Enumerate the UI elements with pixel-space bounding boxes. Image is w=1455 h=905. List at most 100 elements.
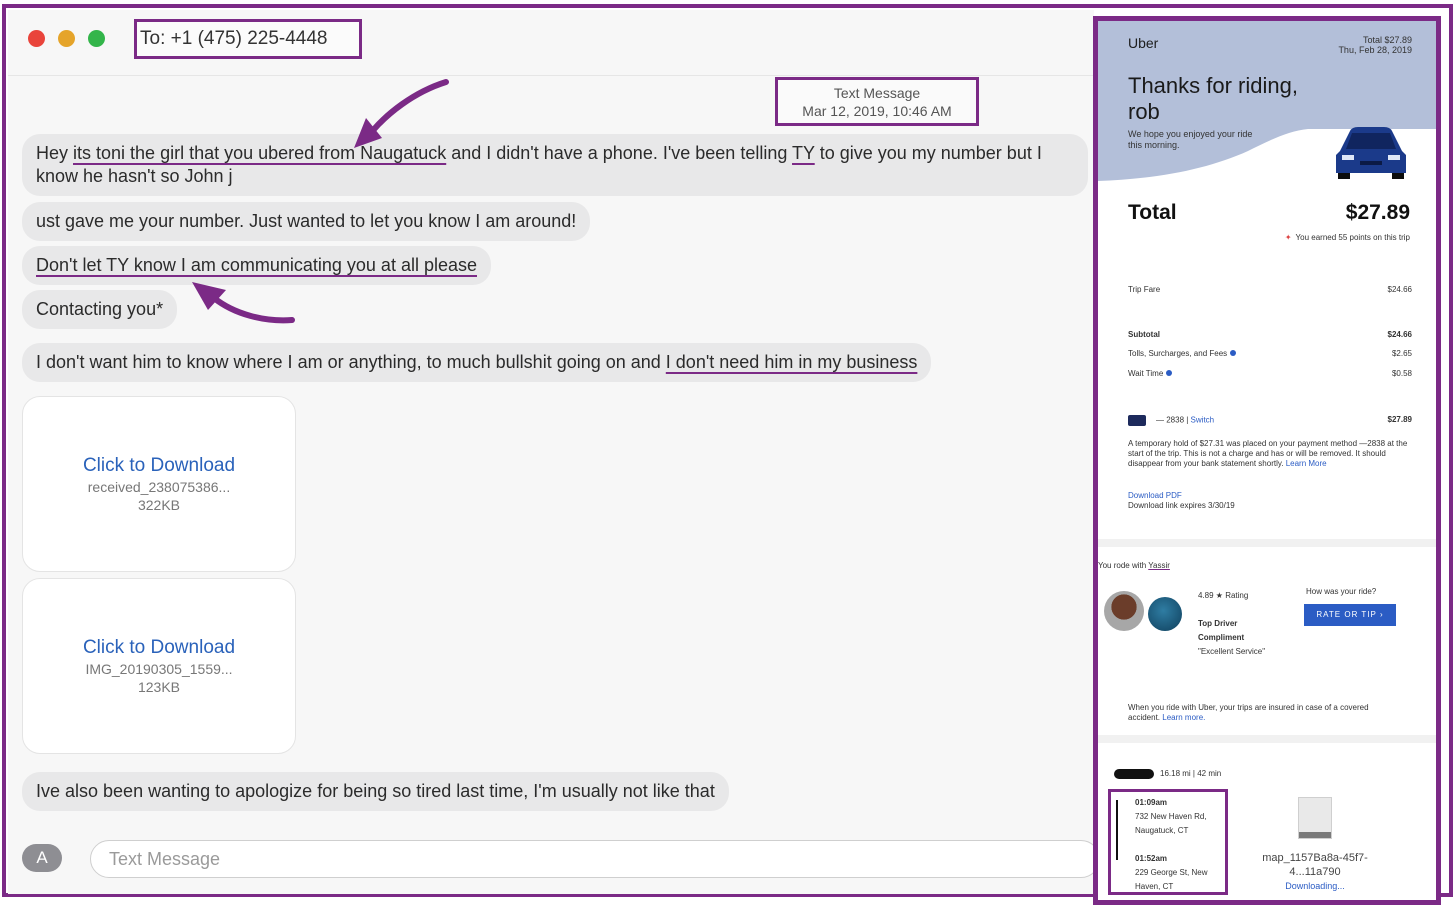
wait-time-line: Wait Time $0.58 — [1128, 369, 1412, 378]
message-input[interactable]: Text Message — [90, 840, 1094, 878]
driver-rating: 4.89 ★ Rating — [1198, 591, 1249, 600]
driver-compliment: Top Driver Compliment "Excellent Service… — [1198, 617, 1265, 659]
uberx-car-icon — [1114, 769, 1154, 779]
dropoff-time: 01:52am — [1135, 854, 1168, 863]
hold-text: A temporary hold of $27.31 was placed on… — [1128, 439, 1408, 468]
points-icon: ✦ — [1284, 233, 1292, 242]
line-label: Tolls, Surcharges, and Fees — [1128, 349, 1228, 358]
download-link[interactable]: Click to Download — [23, 637, 295, 659]
payment-value: $27.89 — [1387, 415, 1412, 424]
message-bubble[interactable]: I don't want him to know where I am or a… — [22, 343, 932, 382]
message-text-highlight: TY — [792, 143, 815, 163]
total-value: $27.89 — [1345, 201, 1410, 224]
line-label: Subtotal — [1128, 330, 1160, 339]
line-value: $24.66 — [1387, 285, 1412, 294]
timestamp-title: Text Message — [833, 85, 921, 101]
message-text-highlight: Don't let TY know I am communicating you… — [36, 255, 477, 275]
pickup-stop: 01:09am 732 New Haven Rd, Naugatuck, CT — [1135, 796, 1225, 838]
map-filename: map_1157Ba8a-45f7-4...11a790 — [1262, 852, 1368, 878]
minimize-window-button[interactable] — [58, 30, 75, 47]
trip-stats: 16.18 mi | 42 min — [1114, 769, 1221, 779]
message-text: I don't want him to know where I am or a… — [36, 352, 666, 372]
pickup-address: 732 New Haven Rd, Naugatuck, CT — [1135, 812, 1207, 835]
dropoff-address: 229 George St, New Haven, CT — [1135, 868, 1208, 891]
annotation-arrow-icon — [192, 282, 295, 324]
line-label: Wait Time — [1128, 369, 1164, 378]
fare-line: Trip Fare $24.66 — [1128, 285, 1412, 294]
download-link[interactable]: Click to Download — [23, 455, 295, 477]
pickup-time: 01:09am — [1135, 798, 1168, 807]
info-icon[interactable] — [1166, 370, 1173, 376]
uber-receipt-panel: Uber Total $27.89 Thu, Feb 28, 2019 Than… — [1093, 16, 1441, 905]
map-attachment[interactable]: map_1157Ba8a-45f7-4...11a790 Downloading… — [1260, 797, 1370, 891]
section-divider — [1098, 735, 1436, 743]
rate-prompt: How was your ride? — [1306, 587, 1377, 596]
attachment-size: 123KB — [137, 679, 181, 695]
trip-distance-duration: 16.18 mi | 42 min — [1160, 769, 1222, 779]
message-bubble[interactable]: Contacting you* — [22, 290, 178, 329]
message-timestamp: Text Message Mar 12, 2019, 10:46 AM — [775, 77, 979, 126]
total-label: Total — [1128, 201, 1177, 224]
line-value: $2.65 — [1391, 349, 1412, 358]
driver-name: Yassir — [1148, 561, 1170, 570]
route-details: 01:09am 732 New Haven Rd, Naugatuck, CT … — [1108, 789, 1228, 895]
pdf-expiry: Download link expires 3/30/19 — [1128, 501, 1235, 510]
attachment-card[interactable]: Click to Download IMG_20190305_1559... 1… — [22, 578, 296, 754]
route-line — [1116, 800, 1118, 860]
timestamp-date: Mar 12, 2019, 10:46 AM — [802, 103, 952, 119]
attachment-filename: IMG_20190305_1559... — [85, 661, 233, 677]
attachment-size: 322KB — [137, 497, 181, 513]
credit-card-icon — [1128, 415, 1146, 426]
map-download-status: Downloading... — [1285, 881, 1345, 891]
attachment-card[interactable]: Click to Download received_238075386... … — [22, 396, 296, 572]
message-text: Hey — [36, 143, 74, 163]
summary-date: Thu, Feb 28, 2019 — [1338, 45, 1412, 55]
compose-row: A Text Message — [8, 838, 1094, 888]
points-text: You earned 55 points on this trip — [1295, 233, 1410, 242]
section-divider — [1098, 539, 1436, 547]
message-bubble[interactable]: Ive also been wanting to apologize for b… — [22, 772, 729, 811]
top-driver-label: Top Driver — [1198, 619, 1238, 628]
line-value: $24.66 — [1387, 330, 1412, 339]
line-value: $0.58 — [1391, 369, 1412, 378]
file-icon — [1298, 797, 1332, 839]
info-icon[interactable] — [1230, 350, 1237, 356]
insurance-note: When you ride with Uber, your trips are … — [1128, 703, 1398, 723]
rate-or-tip-button[interactable]: RATE OR TIP › — [1304, 604, 1396, 626]
insurance-learn-more-link[interactable]: Learn more. — [1162, 713, 1205, 722]
uber-logo: Uber — [1128, 35, 1159, 51]
switch-payment-link[interactable]: Switch — [1191, 416, 1215, 425]
receipt-greeting: Thanks for riding, rob — [1128, 73, 1298, 124]
learn-more-link[interactable]: Learn More — [1286, 459, 1327, 468]
payment-line: — 2838 | Switch $27.89 — [1128, 415, 1412, 426]
rode-with: You rode with Yassir — [1098, 561, 1170, 570]
message-text: Ive also been wanting to apologize for b… — [36, 781, 715, 801]
download-pdf-link[interactable]: Download PDF — [1128, 491, 1182, 501]
subtotal-line: Subtotal $24.66 — [1128, 330, 1412, 339]
message-bubble[interactable]: ust gave me your number. Just wanted to … — [22, 202, 591, 241]
message-text: ust gave me your number. Just wanted to … — [36, 211, 577, 231]
recipient-field[interactable]: To: +1 (475) 225-4448 — [134, 19, 362, 59]
annotation-arrow-icon — [354, 79, 449, 148]
top-driver-badge-icon — [1148, 597, 1182, 631]
zoom-window-button[interactable] — [88, 30, 105, 47]
hold-notice: A temporary hold of $27.31 was placed on… — [1128, 439, 1414, 469]
payment-card: — 2838 | — [1156, 415, 1191, 425]
message-bubble[interactable]: Hey its toni the girl that you ubered fr… — [22, 134, 1088, 196]
compliment-text: "Excellent Service" — [1198, 647, 1266, 656]
rode-with-label: You rode with — [1098, 561, 1149, 570]
app-store-button[interactable]: A — [22, 844, 62, 872]
message-text-highlight: I don't need him in my business — [665, 352, 918, 372]
driver-avatar — [1104, 591, 1144, 631]
fees-line: Tolls, Surcharges, and Fees $2.65 — [1128, 349, 1412, 358]
title-bar: To: +1 (475) 225-4448 — [8, 10, 1094, 76]
summary-total: Total $27.89 — [1362, 35, 1412, 45]
attachment-filename: received_238075386... — [87, 479, 231, 495]
messages-window: To: +1 (475) 225-4448 Text Message Mar 1… — [8, 10, 1094, 894]
line-label: Trip Fare — [1128, 285, 1161, 294]
compliment-label: Compliment — [1198, 633, 1245, 642]
message-text: and I didn't have a phone. I've been tel… — [446, 143, 793, 163]
receipt-summary: Total $27.89 Thu, Feb 28, 2019 — [1338, 35, 1412, 55]
close-window-button[interactable] — [28, 30, 45, 47]
car-icon — [1336, 127, 1406, 179]
